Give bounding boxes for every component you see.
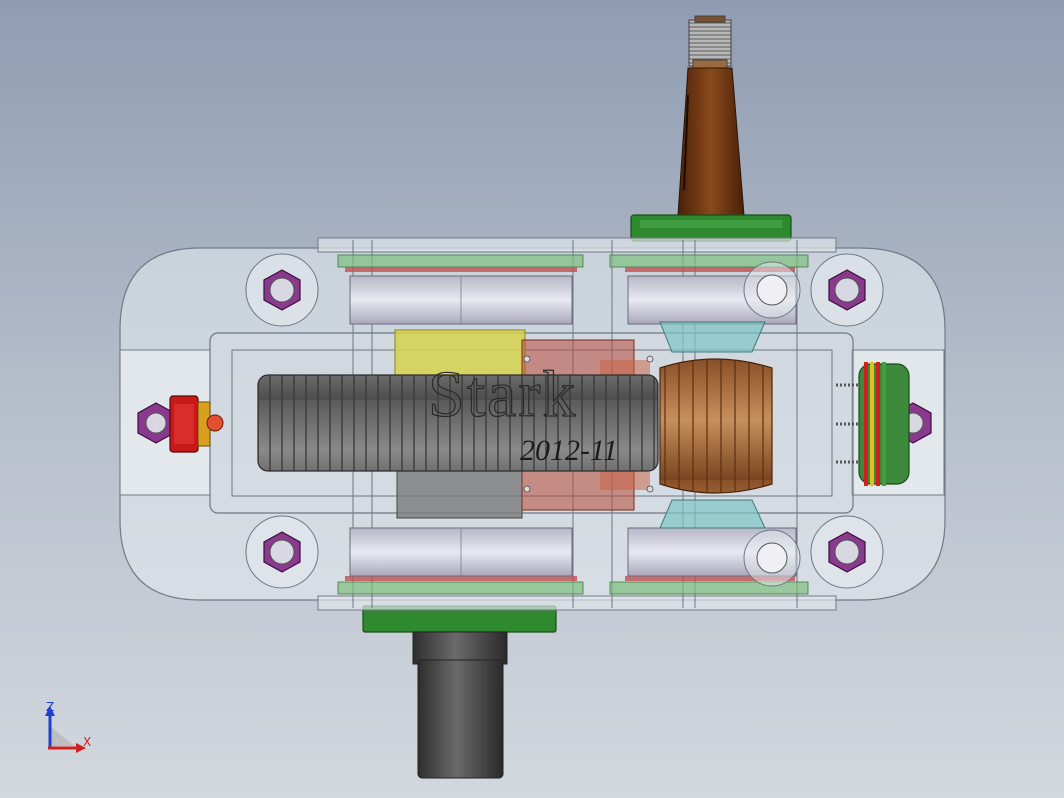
top-flange[interactable] (630, 214, 792, 242)
engraving-date: 2012-11 (520, 434, 618, 467)
tapered-shaft (677, 67, 745, 216)
hex-nut-icon[interactable] (245, 253, 319, 327)
axis-triad-icon: Z X (45, 700, 91, 753)
hex-nut-icon[interactable] (810, 515, 884, 589)
worm-wheel[interactable] (659, 358, 773, 494)
cad-viewport[interactable]: Stark 2012-11 Z X (0, 0, 1064, 798)
hex-nut-icon[interactable] (245, 515, 319, 589)
shaft-thread (688, 19, 732, 67)
hex-nut-icon[interactable] (810, 253, 884, 327)
axis-x-label: X (83, 735, 91, 749)
engraving-title: Stark (428, 358, 577, 431)
bottom-input-shaft[interactable] (362, 605, 557, 779)
top-output-shaft[interactable] (677, 15, 745, 216)
axis-z-label: Z (46, 700, 54, 714)
